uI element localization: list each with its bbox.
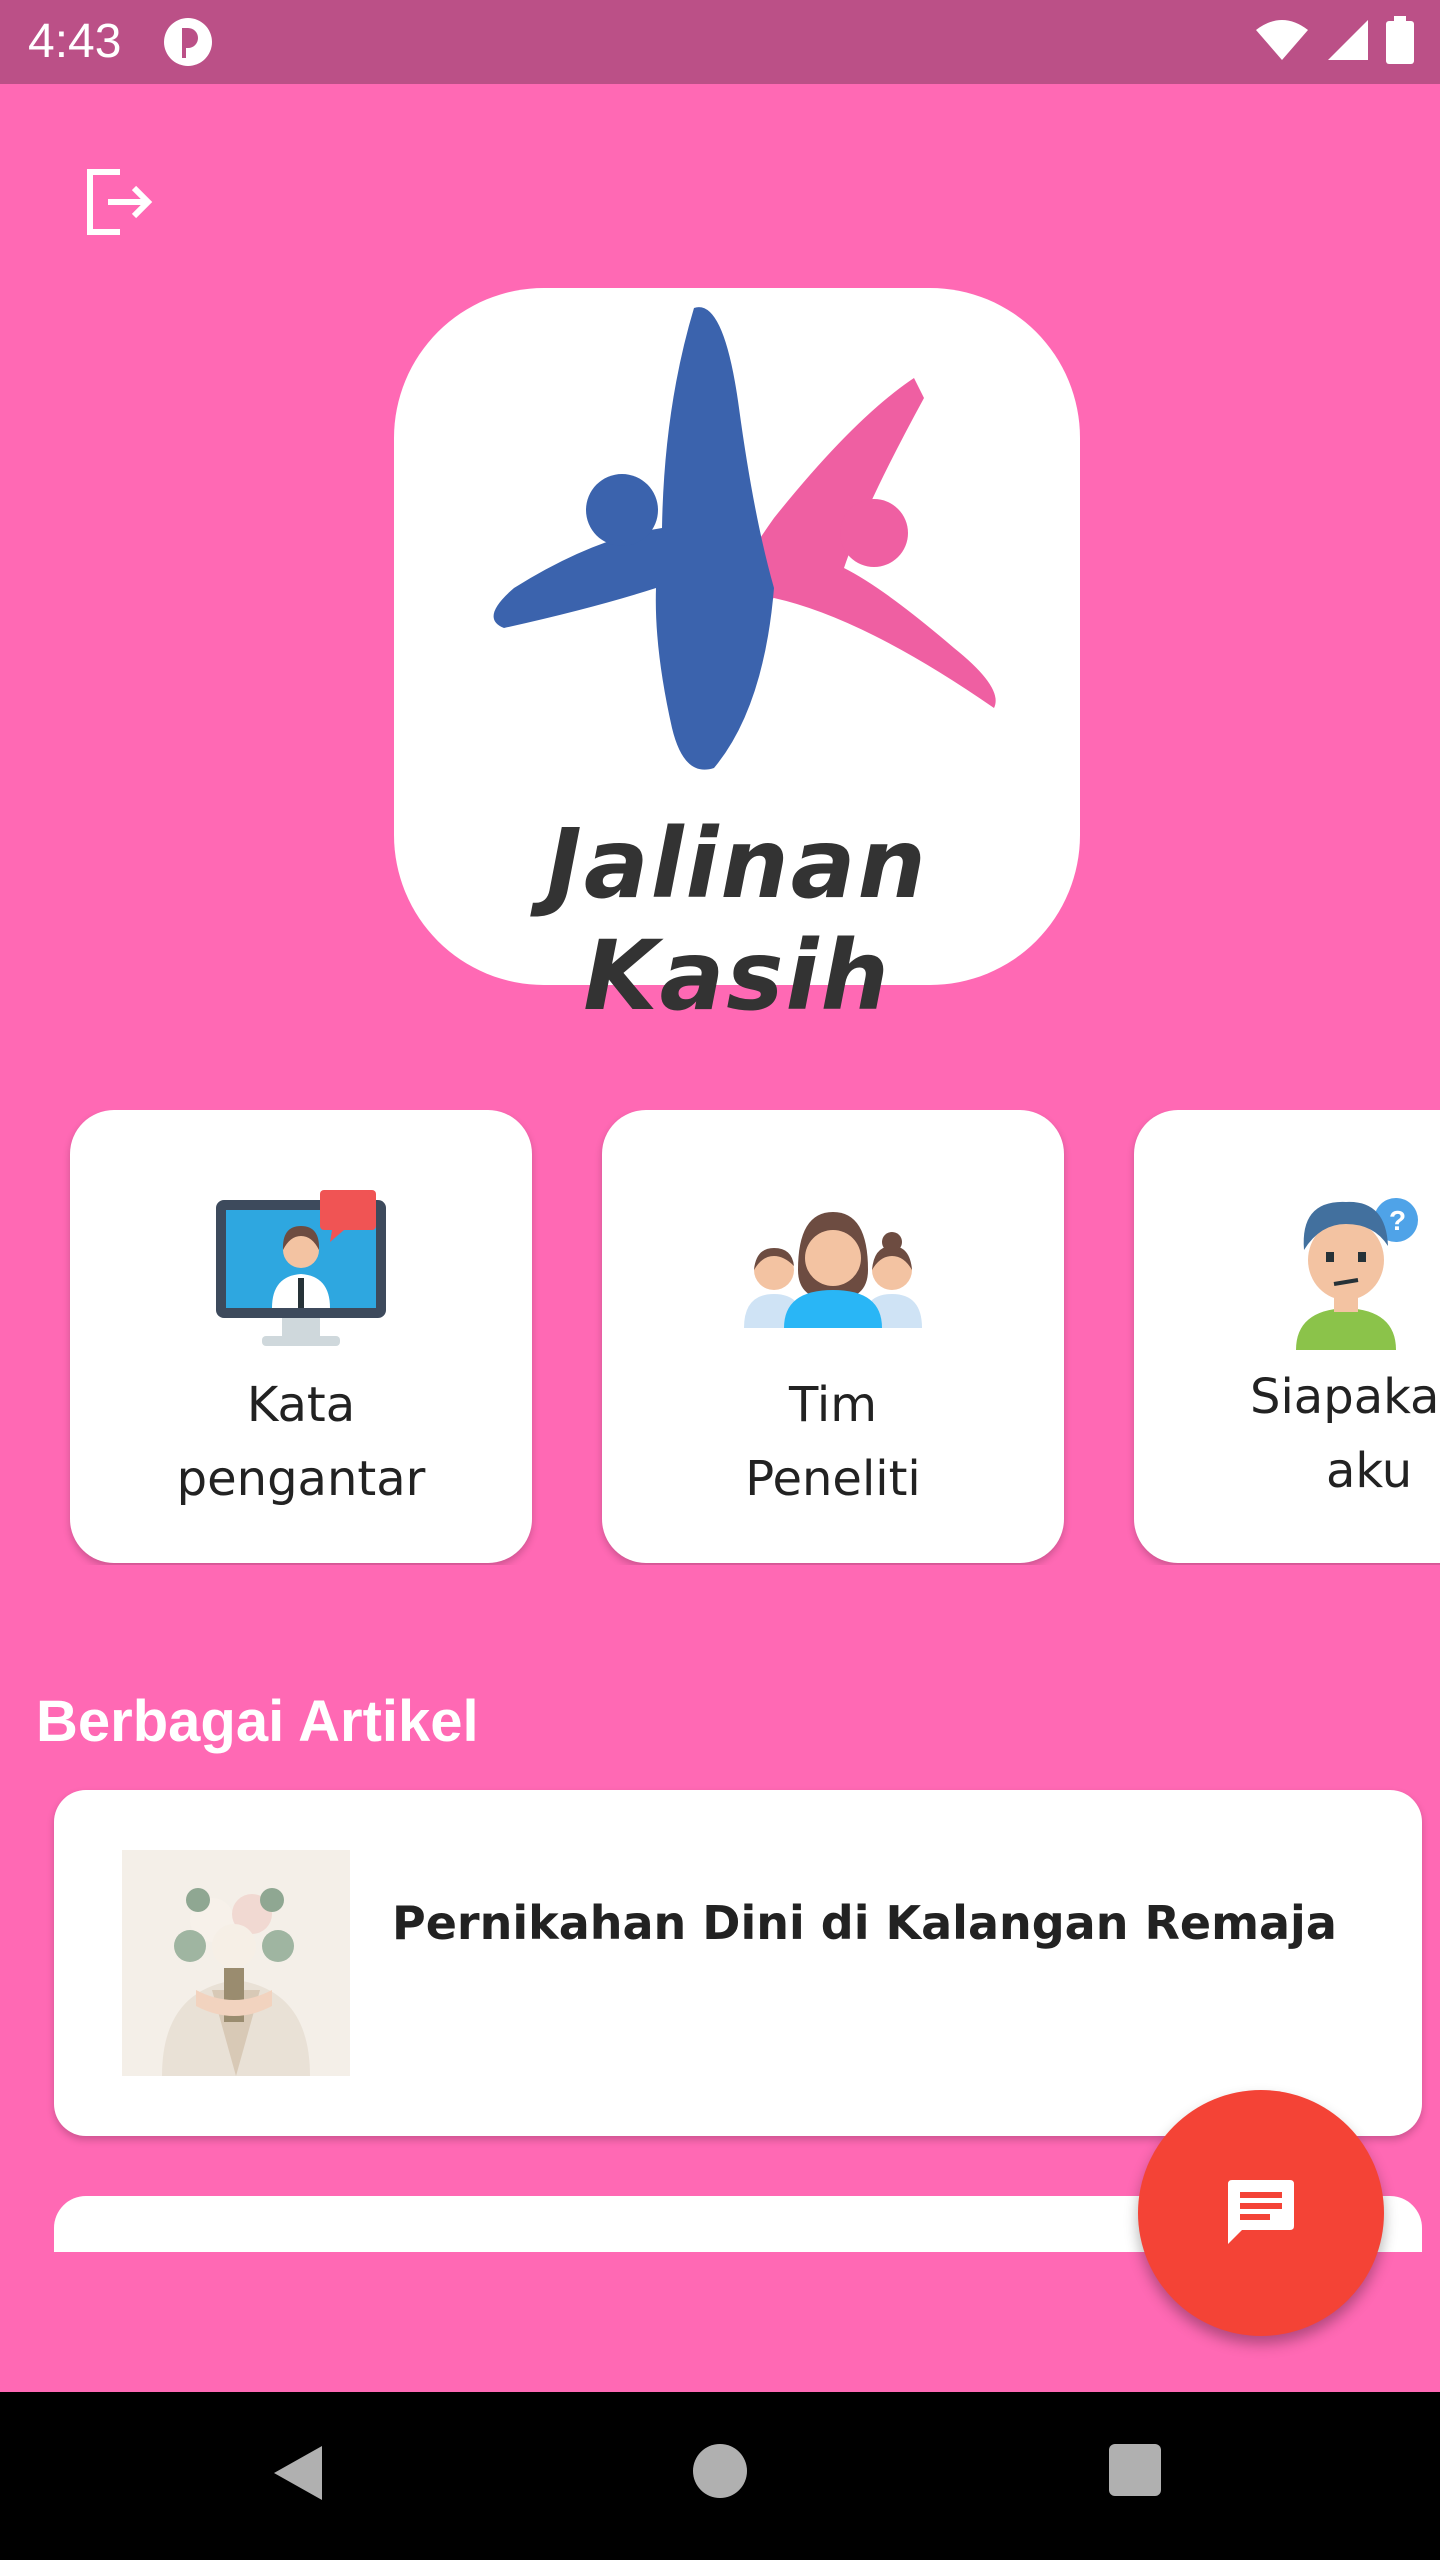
- home-icon[interactable]: [693, 2444, 747, 2498]
- chat-icon: [1228, 2180, 1294, 2244]
- confused-person-icon: ?: [1286, 1190, 1426, 1355]
- logo-text: Jalinan Kasih: [546, 808, 928, 1032]
- system-navigation-bar: [0, 2392, 1440, 2560]
- article-title: Pernikahan Dini di Kalangan Remaja: [392, 1896, 1337, 1950]
- menu-card-label-line1: Kata: [246, 1377, 356, 1433]
- menu-card-kata-pengantar[interactable]: Kata pengantar: [70, 1110, 532, 1563]
- app-logo: Jalinan Kasih: [394, 288, 1080, 1032]
- chat-fab-button[interactable]: [1138, 2090, 1384, 2336]
- menu-card-label-line2: Peneliti: [745, 1451, 921, 1507]
- signal-icon: [1326, 18, 1370, 67]
- menu-card-tim-peneliti[interactable]: Tim Peneliti: [602, 1110, 1064, 1563]
- video-presentation-icon: [212, 1190, 390, 1363]
- menu-card-label-line2: aku: [1326, 1443, 1413, 1499]
- menu-carousel[interactable]: Kata pengantar Tim Peneliti ? Siapaka ak…: [0, 1110, 1440, 1565]
- logout-button[interactable]: [82, 166, 154, 238]
- wifi-icon: [1254, 18, 1310, 67]
- app-indicator-icon: [162, 16, 214, 68]
- recents-icon[interactable]: [1109, 2444, 1161, 2496]
- team-icon: [744, 1190, 922, 1363]
- status-bar: 4:43: [0, 0, 1440, 84]
- menu-card-label-line1: Tim: [789, 1377, 877, 1433]
- logout-icon: [87, 169, 153, 235]
- bridal-bouquet-image: [122, 1850, 350, 2076]
- svg-text:?: ?: [1389, 1205, 1406, 1236]
- status-time: 4:43: [28, 15, 122, 68]
- menu-card-label-line2: pengantar: [176, 1451, 426, 1507]
- section-title: Berbagai Artikel: [36, 1689, 479, 1754]
- article-card[interactable]: Pernikahan Dini di Kalangan Remaja: [54, 1790, 1422, 2136]
- battery-icon: [1386, 15, 1414, 69]
- menu-card-label-line1: Siapaka: [1250, 1369, 1440, 1425]
- logo-figures-icon: [493, 307, 996, 770]
- menu-card-siapakah-aku[interactable]: ? Siapaka aku: [1134, 1110, 1440, 1563]
- back-icon[interactable]: [270, 2444, 326, 2507]
